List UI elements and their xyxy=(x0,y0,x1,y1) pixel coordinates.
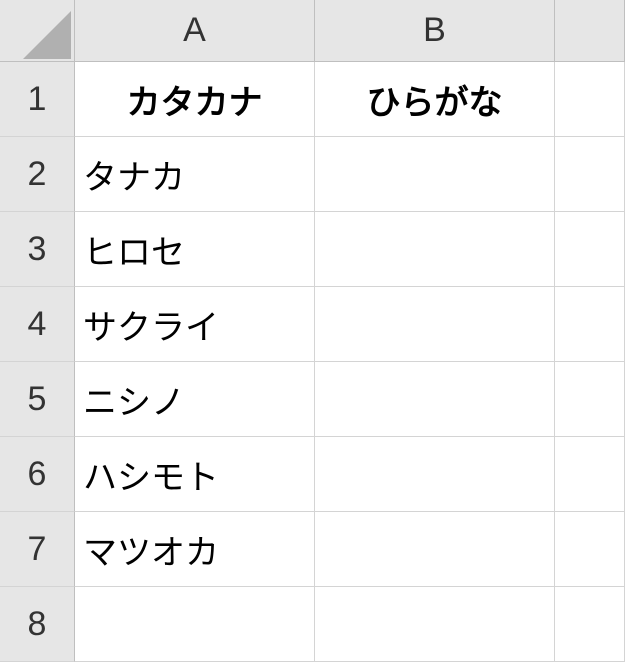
cell-C6[interactable] xyxy=(555,437,625,512)
cell-B4[interactable] xyxy=(315,287,555,362)
row-header-7[interactable]: 7 xyxy=(0,512,75,587)
row-header-3[interactable]: 3 xyxy=(0,212,75,287)
select-all-corner[interactable] xyxy=(0,0,75,62)
cell-A1[interactable]: カタカナ xyxy=(75,62,315,137)
spreadsheet-grid[interactable]: A B 1 カタカナ ひらがな 2 タナカ 3 ヒロセ 4 サクライ 5 ニシノ… xyxy=(0,0,625,662)
cell-A4[interactable]: サクライ xyxy=(75,287,315,362)
row-header-1[interactable]: 1 xyxy=(0,62,75,137)
cell-A3[interactable]: ヒロセ xyxy=(75,212,315,287)
cell-B7[interactable] xyxy=(315,512,555,587)
cell-A2[interactable]: タナカ xyxy=(75,137,315,212)
cell-B6[interactable] xyxy=(315,437,555,512)
cell-B2[interactable] xyxy=(315,137,555,212)
row-header-4[interactable]: 4 xyxy=(0,287,75,362)
cell-B1[interactable]: ひらがな xyxy=(315,62,555,137)
col-header-B[interactable]: B xyxy=(315,0,555,62)
cell-C2[interactable] xyxy=(555,137,625,212)
cell-C4[interactable] xyxy=(555,287,625,362)
row-header-5[interactable]: 5 xyxy=(0,362,75,437)
cell-B3[interactable] xyxy=(315,212,555,287)
select-all-triangle-icon xyxy=(23,11,71,59)
cell-C5[interactable] xyxy=(555,362,625,437)
cell-A6[interactable]: ハシモト xyxy=(75,437,315,512)
cell-C7[interactable] xyxy=(555,512,625,587)
cell-C1[interactable] xyxy=(555,62,625,137)
cell-A5[interactable]: ニシノ xyxy=(75,362,315,437)
row-header-6[interactable]: 6 xyxy=(0,437,75,512)
col-header-C[interactable] xyxy=(555,0,625,62)
cell-C3[interactable] xyxy=(555,212,625,287)
cell-A8[interactable] xyxy=(75,587,315,662)
row-header-2[interactable]: 2 xyxy=(0,137,75,212)
cell-B5[interactable] xyxy=(315,362,555,437)
cell-B8[interactable] xyxy=(315,587,555,662)
row-header-8[interactable]: 8 xyxy=(0,587,75,662)
cell-A7[interactable]: マツオカ xyxy=(75,512,315,587)
cell-C8[interactable] xyxy=(555,587,625,662)
col-header-A[interactable]: A xyxy=(75,0,315,62)
